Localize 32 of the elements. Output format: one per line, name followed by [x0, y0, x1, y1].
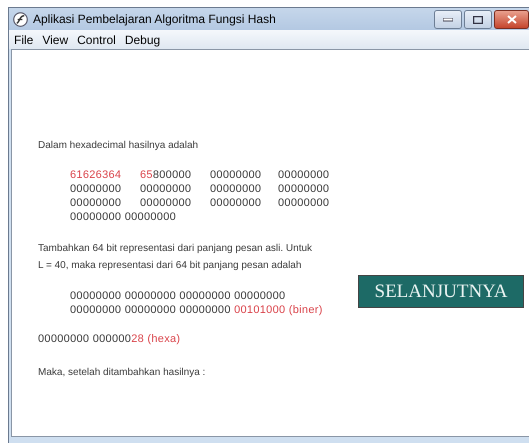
- hexa-value: 00000000 00000028 (hexa): [38, 333, 182, 345]
- hex-value: 65800000: [140, 169, 192, 181]
- hex-value: 00000000: [210, 169, 262, 181]
- hex-value: 00000000: [210, 197, 262, 209]
- hex-value: 00000000: [140, 197, 192, 209]
- description-text: Tambahkan 64 bit representasi dari panjang pesan asli. Untuk L = 40, maka representasi dari 64 bit panjang pesan adalah: [38, 242, 314, 273]
- minimize-icon: [443, 18, 453, 22]
- binary-value: 00000000 00000000 00000000 00101000 (biner): [70, 304, 324, 316]
- menu-item[interactable]: View: [37, 32, 72, 46]
- app-logo-icon: [13, 12, 28, 26]
- hex-value: 00000000: [140, 183, 192, 195]
- hex-value: 00000000: [278, 183, 330, 195]
- hex-value: 00000000: [210, 183, 262, 195]
- window-title: Aplikasi Pembelajaran Algoritma Fungsi Hash: [33, 12, 277, 26]
- next-button[interactable]: SELANJUTNYA: [358, 275, 524, 308]
- minimize-button[interactable]: [434, 10, 462, 29]
- hex-value: 00000000: [70, 183, 122, 195]
- body-text: Maka, setelah ditambahkan hasilnya :: [38, 367, 206, 378]
- body-text: Dalam hexadecimal hasilnya adalah: [38, 140, 200, 151]
- menu-item[interactable]: Debug: [120, 32, 164, 46]
- binary-value: 00000000 00000000 00000000 00000000: [70, 290, 286, 302]
- menu-item[interactable]: File: [9, 32, 38, 46]
- menu-item[interactable]: Control: [72, 32, 120, 46]
- hex-value: 00000000 00000000: [70, 211, 178, 223]
- hex-value: 00000000: [70, 197, 122, 209]
- maximize-button[interactable]: [464, 10, 492, 29]
- maximize-icon: [473, 16, 483, 24]
- close-icon: [506, 15, 516, 24]
- hex-value: 00000000: [278, 169, 330, 181]
- close-button[interactable]: [494, 10, 529, 29]
- hex-value: 00000000: [278, 197, 330, 209]
- hex-value: 61626364: [70, 169, 122, 181]
